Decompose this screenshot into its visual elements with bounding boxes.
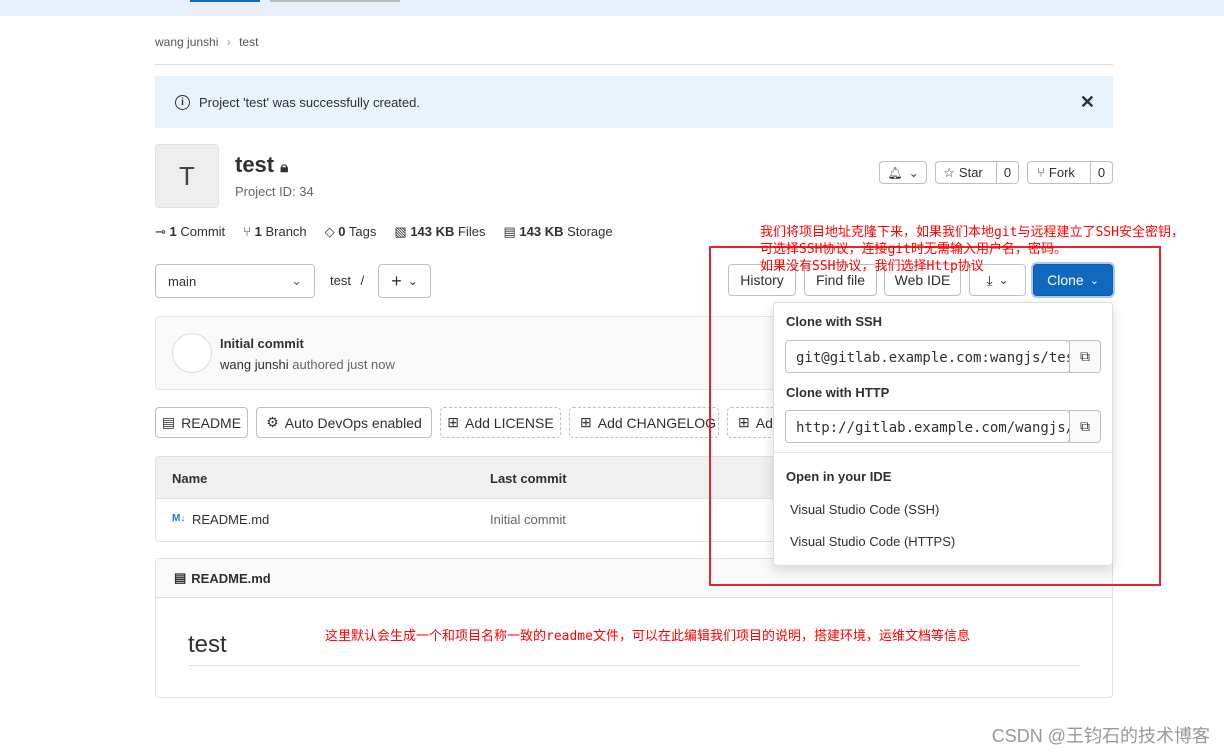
watermark: CSDN @王钧石的技术博客 <box>991 726 1210 746</box>
stat-branches[interactable]: ⑂ 1 Branch <box>243 224 307 240</box>
branch-selector[interactable]: main ⌄ <box>155 264 315 298</box>
breadcrumb-project[interactable]: test <box>239 35 258 49</box>
star-label: Star <box>958 165 983 180</box>
info-icon: i <box>175 94 190 110</box>
stat-tags[interactable]: ◇ 0 Tags <box>325 224 377 240</box>
chevron-down-icon: ⌄ <box>908 165 919 180</box>
close-icon[interactable]: ✕ <box>1080 92 1095 113</box>
last-commit-panel: Initial commit wang junshi authored just… <box>155 316 795 390</box>
readme-heading: test <box>188 631 227 658</box>
markdown-icon: M↓ <box>172 513 186 524</box>
fork-icon: ⑂ <box>1037 165 1045 180</box>
secondary-button-edge[interactable] <box>270 0 400 2</box>
header-name: Name <box>172 471 208 486</box>
storage-icon: ▤ <box>503 224 516 239</box>
commit-meta: wang junshi authored just now <box>220 357 395 372</box>
notification-dropdown[interactable]: 🔔︎ ⌄ <box>879 161 927 184</box>
chevron-down-icon: ⌄ <box>407 274 418 288</box>
tag-icon: ◇ <box>324 224 335 239</box>
bell-icon: 🔔︎ <box>887 165 903 180</box>
gear-icon: ⚙ <box>266 414 279 430</box>
heading-rule <box>188 665 1080 666</box>
stat-commits[interactable]: ⊸ 1 Commit <box>155 224 225 240</box>
stat-files[interactable]: ▧ 143 KB Files <box>394 224 485 240</box>
fork-button[interactable]: ⑂ Fork 0 <box>1027 161 1113 184</box>
project-stats: ⊸ 1 Commit ⑂ 1 Branch ◇ 0 Tags ▧ 143 KB … <box>155 224 613 240</box>
alert-text: Project 'test' was successfully created. <box>199 94 420 110</box>
clone-annotation: 我们将项目地址克隆下来，如果我们本地git与远程建立了SSH安全密钥， 可选择S… <box>760 225 1184 274</box>
readme-annotation: 这里默认会生成一个和项目名称一致的readme文件，可以在此编辑我们项目的说明，… <box>325 629 970 644</box>
plus-square-icon: ⊞ <box>580 414 592 430</box>
top-nav-bar <box>0 0 1224 16</box>
add-changelog-button[interactable]: ⊞ Add CHANGELOG <box>569 407 719 438</box>
project-avatar: T <box>155 144 219 208</box>
readme-filename: README.md <box>191 570 271 586</box>
plus-square-icon: ⊞ <box>447 414 459 430</box>
breadcrumb: wang junshi › test <box>155 35 258 49</box>
header-last-commit: Last commit <box>490 471 567 486</box>
auto-devops-button[interactable]: ⚙ Auto DevOps enabled <box>256 407 432 438</box>
divider <box>155 64 1113 65</box>
commit-icon: ⊸ <box>155 224 166 239</box>
path-root[interactable]: test <box>330 273 351 288</box>
add-license-button[interactable]: ⊞ Add LICENSE <box>440 407 561 438</box>
project-title: test 🔒︎ <box>235 152 289 177</box>
branch-name: main <box>168 273 197 289</box>
plus-icon: + <box>391 270 402 291</box>
author-avatar <box>172 333 212 373</box>
chevron-right-icon: › <box>226 35 231 49</box>
project-id: Project ID: 34 <box>235 184 314 199</box>
chevron-down-icon: ⌄ <box>291 273 302 288</box>
fork-label: Fork <box>1048 165 1075 180</box>
stat-storage[interactable]: ▤ 143 KB Storage <box>503 224 612 240</box>
file-icon: ▤ <box>161 414 176 430</box>
primary-button-edge[interactable] <box>190 0 260 2</box>
commit-author[interactable]: wang junshi <box>220 357 289 372</box>
annotation-box <box>709 246 1161 586</box>
file-icon: ▧ <box>394 224 407 239</box>
star-count[interactable]: 0 <box>996 162 1018 183</box>
branch-icon: ⑂ <box>243 224 251 239</box>
file-commit[interactable]: Initial commit <box>490 512 566 527</box>
readme-button[interactable]: ▤ README <box>155 407 248 438</box>
add-dropdown[interactable]: + ⌄ <box>378 264 431 298</box>
commit-title[interactable]: Initial commit <box>220 336 304 351</box>
success-alert: i Project 'test' was successfully create… <box>155 76 1113 128</box>
star-icon: ☆ <box>943 164 955 180</box>
file-name[interactable]: README.md <box>192 512 269 527</box>
fork-count[interactable]: 0 <box>1090 162 1112 183</box>
path-breadcrumb: test / <box>330 273 365 288</box>
file-icon: ▤ <box>174 570 187 585</box>
star-button[interactable]: ☆ Star 0 <box>935 161 1019 184</box>
lock-icon: 🔒︎ <box>280 159 289 176</box>
breadcrumb-owner[interactable]: wang junshi <box>155 35 218 49</box>
